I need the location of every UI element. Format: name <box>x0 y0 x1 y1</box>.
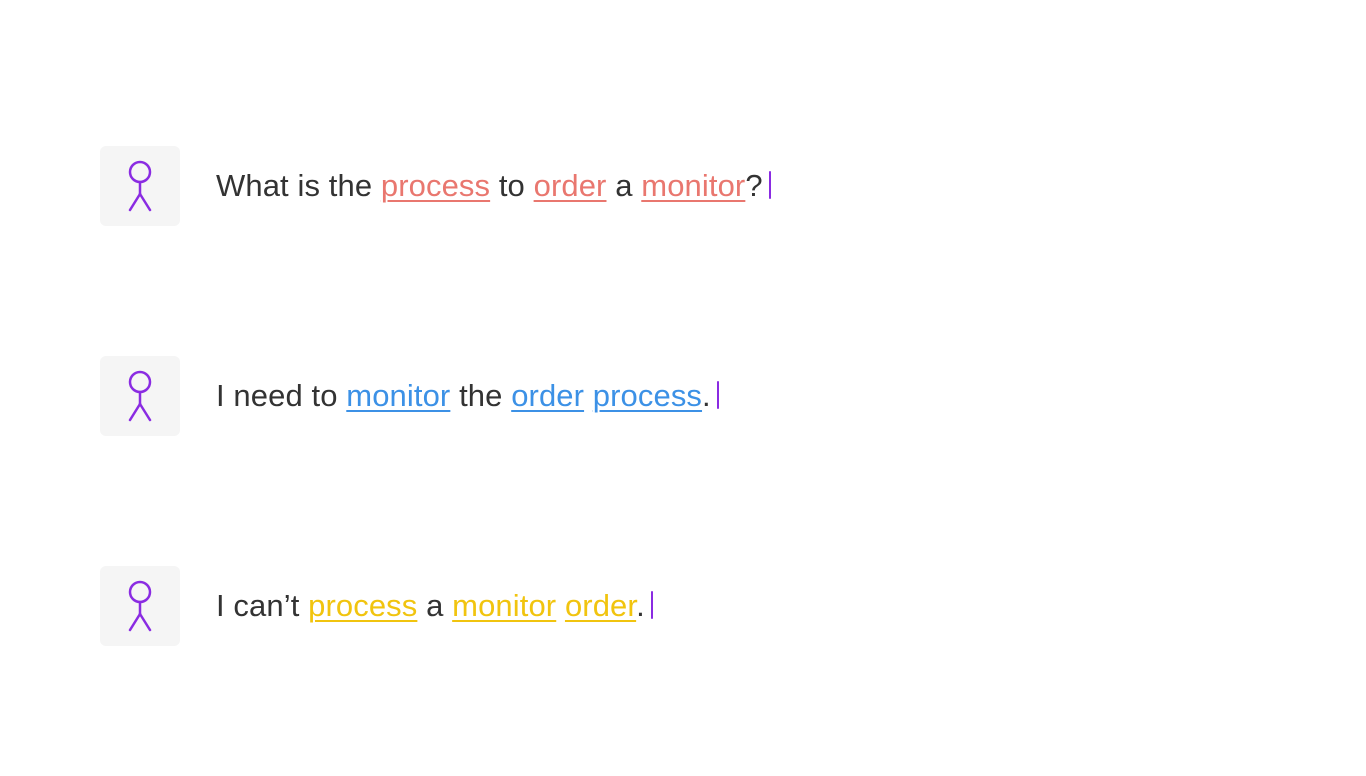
user-avatar <box>100 566 180 646</box>
keyword-monitor: monitor <box>452 588 556 623</box>
text-cursor <box>769 171 771 199</box>
keyword-order: order <box>565 588 636 623</box>
text-plain: ? <box>745 168 762 203</box>
sentence-2: I need to monitor the order process. <box>216 377 719 414</box>
text-plain: to <box>490 168 533 203</box>
text-plain <box>556 588 565 623</box>
sentence-1: What is the process to order a monitor? <box>216 167 771 204</box>
keyword-process: process <box>381 168 490 203</box>
text-plain: the <box>450 378 511 413</box>
text-plain: . <box>636 588 645 623</box>
text-plain: What is the <box>216 168 381 203</box>
sentence-3: I can’t process a monitor order. <box>216 587 653 624</box>
keyword-order: order <box>534 168 607 203</box>
keyword-monitor: monitor <box>641 168 745 203</box>
text-plain: I can’t <box>216 588 308 623</box>
example-row-3: I can’t process a monitor order. <box>100 566 1200 646</box>
person-icon <box>122 370 158 422</box>
text-plain <box>584 378 593 413</box>
person-icon <box>122 580 158 632</box>
example-row-2: I need to monitor the order process. <box>100 356 1200 436</box>
keyword-process: process <box>593 378 702 413</box>
example-rows: What is the process to order a monitor? … <box>100 146 1200 776</box>
keyword-monitor: monitor <box>346 378 450 413</box>
text-plain: a <box>606 168 641 203</box>
text-plain: a <box>417 588 452 623</box>
person-icon <box>122 160 158 212</box>
user-avatar <box>100 356 180 436</box>
text-cursor <box>717 381 719 409</box>
keyword-process: process <box>308 588 417 623</box>
keyword-order: order <box>511 378 584 413</box>
example-row-1: What is the process to order a monitor? <box>100 146 1200 226</box>
text-plain: I need to <box>216 378 346 413</box>
text-plain: . <box>702 378 711 413</box>
user-avatar <box>100 146 180 226</box>
text-cursor <box>651 591 653 619</box>
